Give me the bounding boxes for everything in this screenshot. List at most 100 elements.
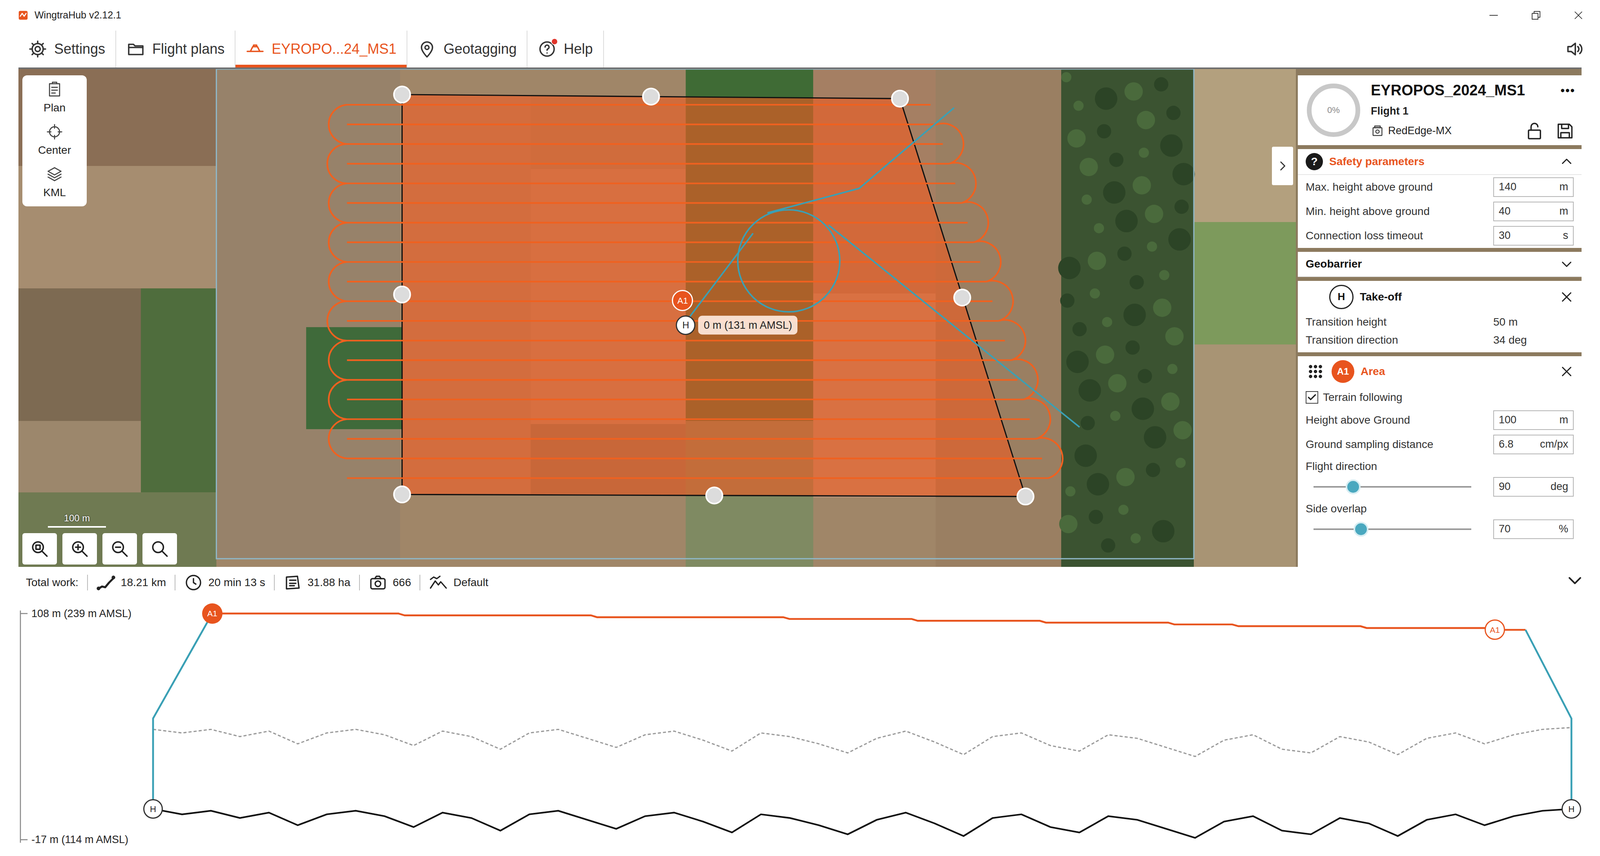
input-value[interactable]: 40 [1498, 203, 1511, 220]
map-tool-label[interactable]: Center [38, 142, 72, 159]
marker-label[interactable]: A1 [677, 294, 688, 308]
home-marker[interactable]: H [675, 315, 696, 336]
help-badge[interactable]: ? [1305, 153, 1323, 171]
marker-label: H [149, 802, 157, 816]
tab-label[interactable]: Geotagging [443, 38, 517, 60]
section-header[interactable]: A1Area [1297, 356, 1582, 387]
tab[interactable]: Geotagging [407, 30, 528, 68]
chevron-down-icon[interactable] [1559, 257, 1574, 272]
collapse-panel-button[interactable] [1271, 146, 1294, 186]
vertex-handle[interactable] [891, 90, 909, 108]
map-tool[interactable]: Plan [43, 80, 66, 117]
slider-thumb[interactable] [1353, 521, 1369, 537]
section-title[interactable]: Safety parameters [1329, 153, 1425, 170]
close-icon[interactable] [1559, 364, 1574, 379]
vertex-handle[interactable] [394, 486, 411, 504]
close-window-icon[interactable] [1572, 9, 1585, 22]
marker-label: A1 [1489, 623, 1500, 637]
zoom-button[interactable] [22, 533, 57, 565]
vertex-handle[interactable] [954, 289, 971, 307]
drag-grip-icon[interactable] [1305, 361, 1326, 382]
input-value[interactable]: 100 [1498, 412, 1517, 429]
section-title: Take-off [1359, 288, 1402, 306]
map-tool[interactable]: KML [43, 165, 66, 201]
zoom-button[interactable] [62, 533, 97, 565]
progress-arc [1309, 85, 1358, 135]
slider-thumb[interactable] [1345, 479, 1361, 495]
close-icon[interactable] [1559, 290, 1574, 305]
more-menu[interactable]: ••• [1560, 81, 1576, 100]
tab-label[interactable]: Flight plans [152, 38, 225, 60]
tab[interactable]: EYROPO...24_MS1 [235, 30, 408, 68]
vertex-handle[interactable] [394, 86, 411, 103]
tab[interactable]: Help [527, 30, 604, 68]
number-input[interactable]: 140 m [1493, 177, 1574, 198]
input-value[interactable]: 70 [1498, 521, 1511, 538]
checkmark-icon [1306, 392, 1318, 403]
map-tool-label[interactable]: KML [43, 184, 66, 201]
area-marker[interactable]: A1 [671, 290, 694, 312]
climb-line [153, 613, 213, 810]
restore-icon[interactable] [1530, 9, 1542, 22]
zoom-button[interactable] [102, 533, 137, 565]
input-value[interactable]: 6.8 [1498, 436, 1514, 453]
checkbox[interactable] [1305, 391, 1319, 404]
vertex-handle[interactable] [642, 88, 660, 105]
input-value[interactable]: 140 [1498, 178, 1517, 196]
checkbox-label[interactable]: Terrain following [1322, 389, 1403, 406]
section-header[interactable]: H Take-off [1297, 280, 1582, 314]
crosshair-icon [45, 123, 64, 141]
chevron-down-icon[interactable] [1565, 571, 1585, 590]
tab-label[interactable]: Help [563, 38, 593, 60]
survey-area[interactable] [402, 94, 1026, 497]
input-value[interactable]: 30 [1498, 227, 1511, 244]
chevron-up-icon[interactable] [1559, 154, 1574, 169]
input-unit: m [1559, 178, 1569, 196]
field-row: Connection loss timeout30s [1297, 223, 1582, 249]
number-input[interactable]: 90 deg [1493, 477, 1574, 497]
map-tool[interactable]: Center [38, 123, 72, 159]
number-input[interactable]: 40m [1493, 201, 1574, 222]
number-input[interactable]: 70% [1493, 519, 1574, 540]
plan-name: EYROPOS_2024_MS1 [1370, 79, 1526, 102]
vertex-handle[interactable] [1017, 488, 1034, 506]
section-header[interactable]: ? Safety parameters [1297, 149, 1582, 176]
tab[interactable]: Flight plans [116, 30, 236, 68]
checkbox-row[interactable]: Terrain following [1297, 386, 1582, 409]
number-input[interactable]: 30s [1493, 226, 1574, 246]
slider-track[interactable] [1313, 486, 1472, 488]
speaker-icon[interactable] [1564, 39, 1585, 59]
number-input[interactable]: 6.8cm/px [1493, 434, 1574, 455]
search-icon [149, 539, 170, 559]
section-header[interactable]: Geobarrier [1297, 251, 1582, 278]
save-icon[interactable] [1554, 120, 1576, 142]
minimize-icon[interactable] [1487, 9, 1500, 22]
summary-value: 31.88 ha [307, 574, 351, 592]
tab[interactable]: Settings [18, 30, 117, 68]
input-unit: deg [1550, 478, 1569, 495]
map-view[interactable]: PlanCenterKML100 mA1H0 m (131 m AMSL)0%E… [18, 67, 1582, 568]
marker-label[interactable]: H [682, 318, 690, 333]
tab-label[interactable]: EYROPO...24_MS1 [271, 38, 397, 60]
summary-item: Default [428, 573, 489, 593]
map-tool-label[interactable]: Plan [43, 99, 66, 117]
area-section: A1Area Terrain following Height above Grou… [1297, 356, 1582, 568]
tab-label[interactable]: Settings [54, 38, 106, 60]
axis-min-label: -17 m (114 m AMSL) [29, 831, 130, 849]
takeoff-section: HTake-offTransition height50 mTransition… [1297, 280, 1582, 353]
area-icon [283, 573, 303, 593]
home-badge: H [1329, 284, 1354, 310]
number-input[interactable]: 100m [1493, 410, 1574, 431]
slider-track[interactable] [1313, 528, 1472, 531]
section-title[interactable]: Geobarrier [1305, 255, 1362, 273]
gear-icon [28, 39, 48, 59]
zoom-button[interactable] [142, 533, 177, 565]
input-value[interactable]: 90 [1498, 478, 1511, 495]
vertex-handle[interactable] [394, 286, 411, 303]
summary-value: Default [453, 574, 489, 592]
slider-label-row: Flight direction [1297, 456, 1582, 475]
lock-icon[interactable] [1524, 120, 1545, 142]
field-row: Height above Ground100m [1297, 408, 1582, 433]
vertex-handle[interactable] [706, 487, 723, 504]
tab-bar: Settings Flight plans EYROPO...24_MS1 Geota… [0, 30, 1600, 68]
